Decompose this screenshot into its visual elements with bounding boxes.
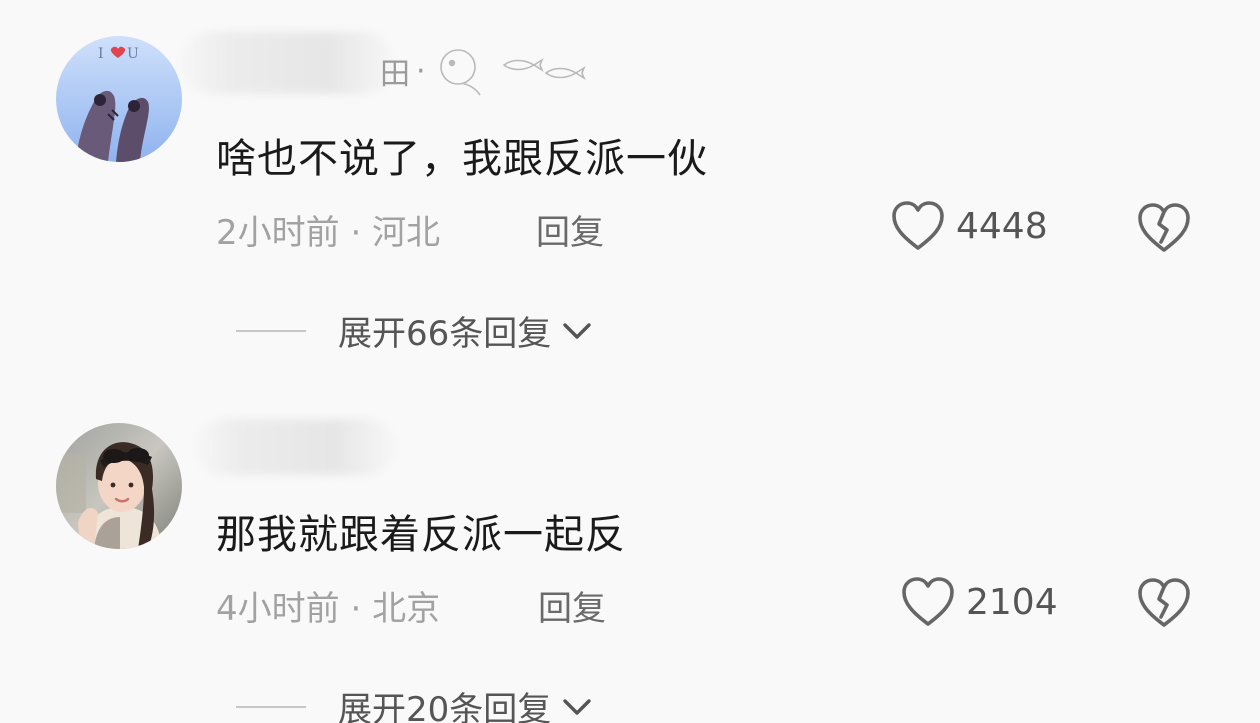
heart-outline-icon [892,201,944,250]
expand-divider [236,329,306,332]
reply-button[interactable]: 回复 [538,581,606,630]
like-count: 4448 [956,205,1048,247]
comment-text: 那我就跟着反派一起反 [216,512,626,558]
username-suffix: 田 · [380,44,592,98]
comment-location: 北京 [372,589,441,629]
meta-separator: · [339,589,373,629]
heart-outline-icon [902,577,954,626]
like-button[interactable]: 2104 [900,576,1058,628]
chevron-down-icon [561,687,593,723]
avatar-image [56,423,182,549]
svg-text:I: I [98,46,104,62]
avatar[interactable]: I U [56,36,182,162]
comment-list: I U 田 · 啥也不说了，我跟反派一伙 2小时前 · 河北 回复 4448 展… [0,0,1260,723]
dislike-button[interactable] [1136,577,1192,633]
like-count: 2104 [966,581,1058,623]
reply-button[interactable]: 回复 [536,205,604,254]
meta-separator: · [339,213,373,253]
avatar-image: I U [56,36,182,162]
comment-meta: 2小时前 · 河北 [216,205,440,254]
expand-replies-button[interactable]: 展开20条回复 [236,682,593,723]
username-blurred[interactable] [196,419,394,475]
username-blurred[interactable] [182,32,392,94]
expand-replies-button[interactable]: 展开66条回复 [236,306,593,355]
broken-heart-icon [1138,578,1190,627]
broken-heart-icon [1138,203,1190,252]
separator-dot: · [416,53,426,89]
expand-label: 展开20条回复 [338,690,552,723]
expand-divider [236,705,306,708]
chevron-down-icon [561,311,593,351]
comment-meta: 4小时前 · 北京 [216,581,440,630]
expand-label: 展开66条回复 [338,314,552,354]
dislike-button[interactable] [1136,202,1192,258]
comment-time: 4小时前 [216,589,340,629]
comment-text: 啥也不说了，我跟反派一伙 [216,136,708,182]
decorative-fish-icon [439,49,586,96]
comment-location: 河北 [372,213,441,253]
svg-text:U: U [127,46,139,62]
comment-time: 2小时前 [216,213,340,253]
avatar[interactable] [56,423,182,549]
username-fragment: 田 [380,57,410,92]
like-button[interactable]: 4448 [890,200,1048,252]
